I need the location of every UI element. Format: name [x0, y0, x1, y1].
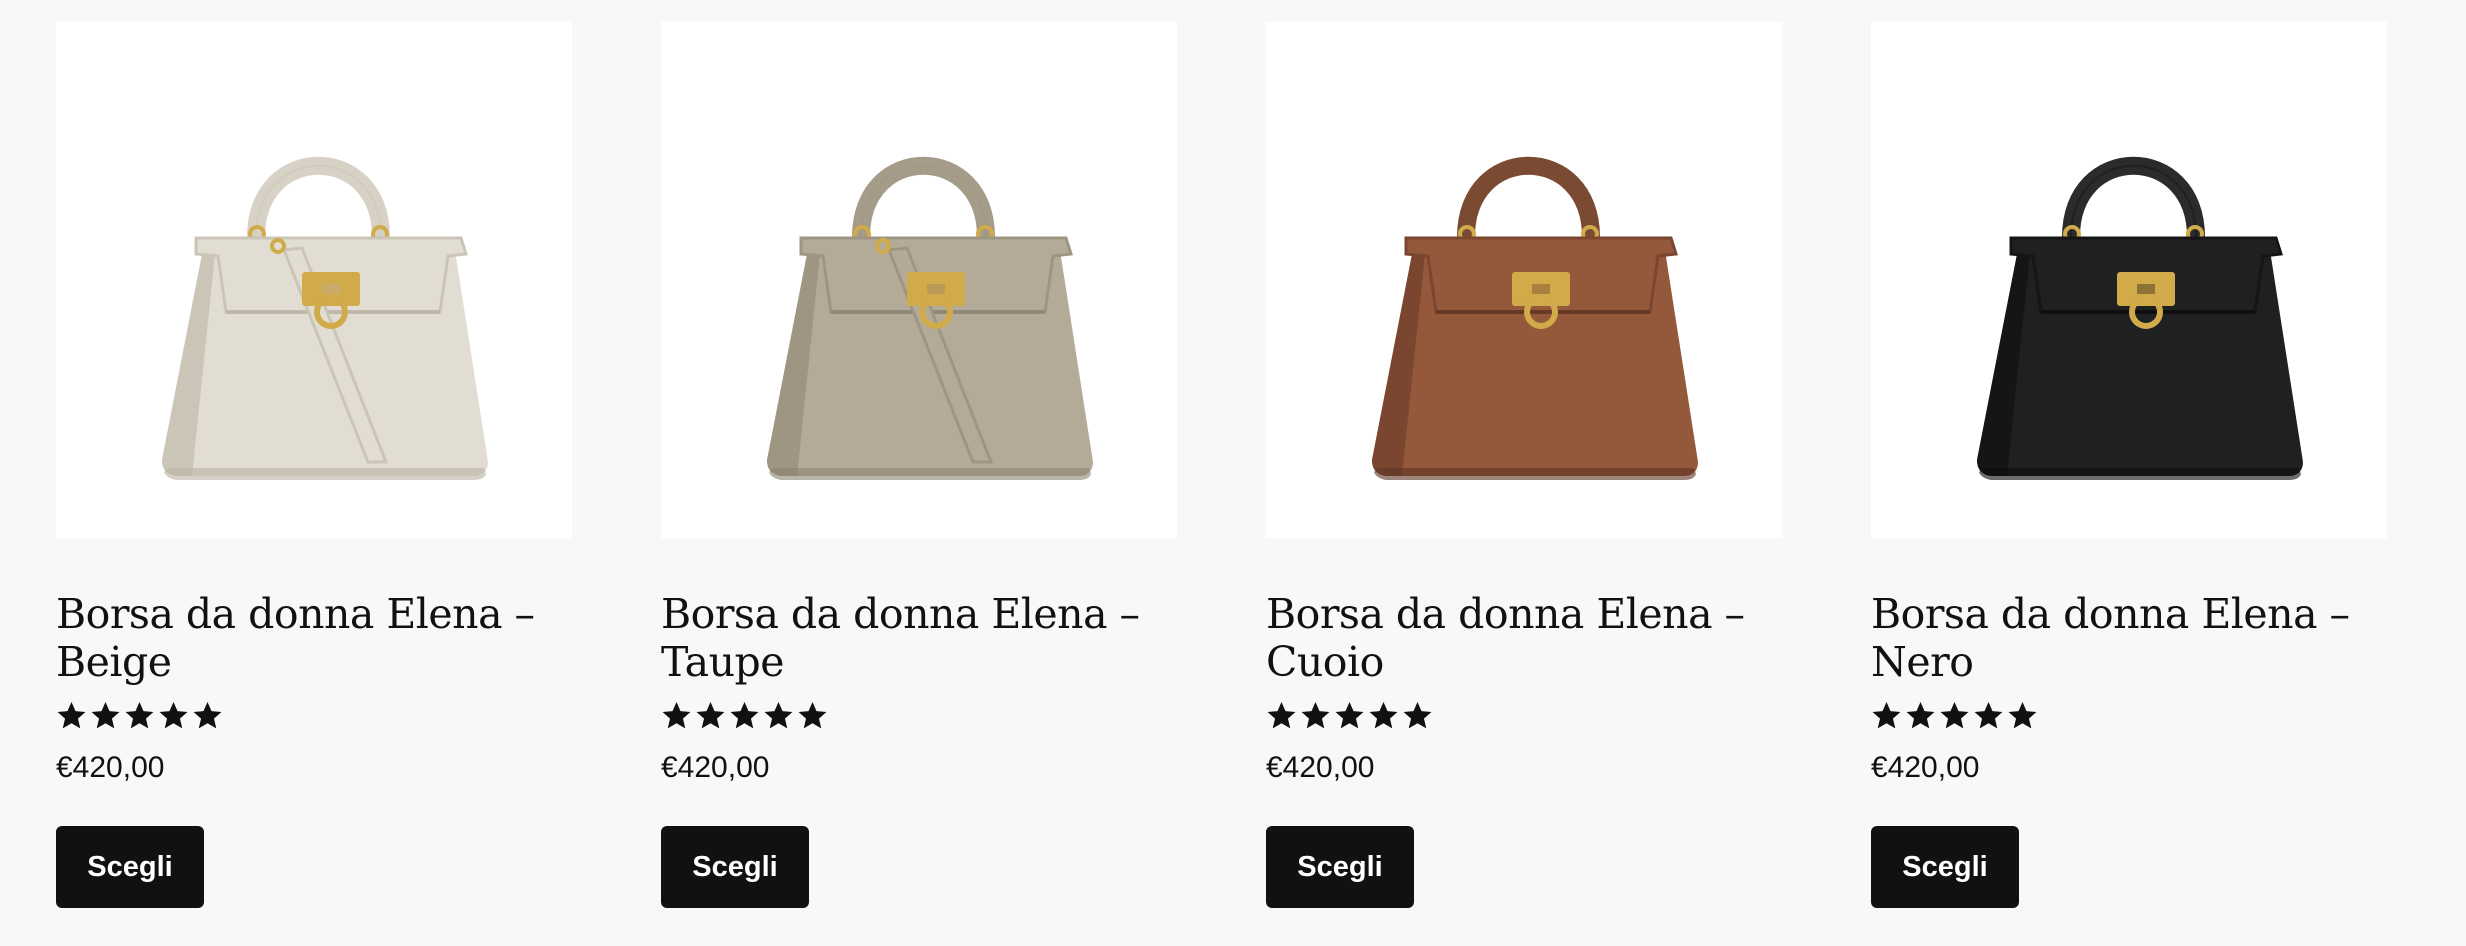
product-price: €420,00 [56, 751, 165, 784]
product-image[interactable] [1266, 22, 1782, 538]
choose-button[interactable]: Scegli [1871, 826, 2019, 908]
product-grid: Borsa da donna Elena – Beige €420,00 Sce… [0, 0, 2466, 946]
product-title[interactable]: Borsa da donna Elena – Taupe [661, 590, 1177, 686]
star-icon [2008, 701, 2037, 729]
product-price: €420,00 [661, 751, 770, 784]
product-title[interactable]: Borsa da donna Elena – Beige [56, 590, 572, 686]
star-icon [798, 701, 827, 729]
star-rating [661, 700, 1177, 734]
star-icon [1974, 701, 2003, 729]
star-icon [1301, 701, 1330, 729]
product-image[interactable] [56, 22, 572, 538]
product-image[interactable] [1871, 22, 2387, 538]
star-icon [1906, 701, 1935, 729]
product-card: Borsa da donna Elena – Cuoio €420,00 Sce… [1266, 22, 1782, 908]
star-icon [764, 701, 793, 729]
product-title[interactable]: Borsa da donna Elena – Nero [1871, 590, 2387, 686]
star-icon [1403, 701, 1432, 729]
star-icon [730, 701, 759, 729]
star-rating [56, 700, 572, 734]
choose-button[interactable]: Scegli [1266, 826, 1414, 908]
star-icon [1369, 701, 1398, 729]
star-icon [159, 701, 188, 729]
handbag-illustration [162, 156, 488, 480]
product-title[interactable]: Borsa da donna Elena – Cuoio [1266, 590, 1782, 686]
product-card: Borsa da donna Elena – Nero €420,00 Sceg… [1871, 22, 2387, 908]
product-image[interactable] [661, 22, 1177, 538]
star-icon [57, 701, 86, 729]
star-icon [125, 701, 154, 729]
product-card: Borsa da donna Elena – Beige €420,00 Sce… [56, 22, 572, 908]
handbag-illustration [1372, 156, 1698, 480]
star-icon [1267, 701, 1296, 729]
star-icon [1940, 701, 1969, 729]
star-icon [193, 701, 222, 729]
handbag-illustration [1977, 156, 2303, 480]
star-icon [662, 701, 691, 729]
handbag-illustration [767, 156, 1093, 480]
product-price: €420,00 [1266, 751, 1375, 784]
star-icon [1335, 701, 1364, 729]
star-icon [1872, 701, 1901, 729]
star-icon [91, 701, 120, 729]
star-rating [1266, 700, 1782, 734]
choose-button[interactable]: Scegli [661, 826, 809, 908]
choose-button[interactable]: Scegli [56, 826, 204, 908]
product-card: Borsa da donna Elena – Taupe €420,00 Sce… [661, 22, 1177, 908]
product-price: €420,00 [1871, 751, 1980, 784]
star-icon [696, 701, 725, 729]
star-rating [1871, 700, 2387, 734]
